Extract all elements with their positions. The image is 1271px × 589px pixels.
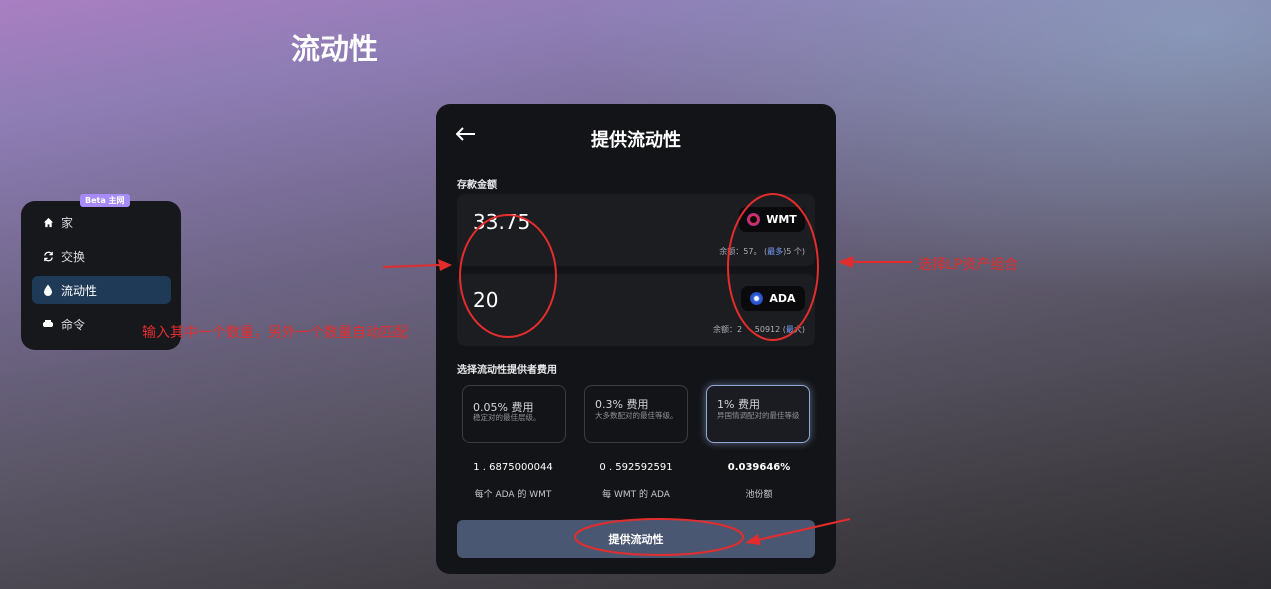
fee-label: 选择流动性提供者费用 (457, 365, 557, 376)
fee-option-005[interactable]: 0.05% 费用 稳定对的最佳层级。 (462, 385, 566, 443)
max-button[interactable]: 最 (786, 325, 794, 334)
stat-pool-share: 0.039646% 池份额 (727, 462, 791, 500)
sidebar-item-liquidity[interactable]: 流动性 (32, 276, 171, 304)
fee-option-03[interactable]: 0.3% 费用 大多数配对的最佳等级。 (584, 385, 688, 443)
token-b-select-button[interactable]: ADA (741, 286, 805, 311)
sidebar-item-label: 命令 (61, 317, 86, 332)
token-a-symbol: WMT (766, 213, 797, 226)
sidebar-item-swap[interactable]: 交换 (32, 242, 171, 270)
token-a-select-button[interactable]: WMT (739, 207, 805, 232)
home-icon (41, 217, 55, 228)
deposit-label: 存款金额 (457, 180, 497, 191)
token-a-balance: 余额：57。 (最多)5 个) (719, 247, 805, 256)
swap-icon (41, 251, 55, 262)
fee-option-1[interactable]: 1% 费用 异国情调配对的最佳等级 (706, 385, 810, 443)
annotation-text-left: 输入其中一个数量，另外一个数量自动匹配 (142, 325, 408, 341)
beta-badge: Beta 主网 (80, 194, 130, 207)
stat-wmt-per-ada: 1 . 6875000044 每个 ADA 的 WMT (473, 462, 553, 500)
command-icon (41, 319, 55, 329)
sidebar-item-home[interactable]: 家 (32, 208, 171, 236)
liquidity-card: 提供流动性 存款金额 33.75 WMT 余额：57。 (最多)5 个) 20 … (436, 104, 836, 574)
card-title: 提供流动性 (591, 130, 681, 151)
provide-liquidity-button[interactable]: 提供流动性 (457, 520, 815, 558)
token-a-amount-input[interactable]: 33.75 (473, 210, 530, 234)
sidebar-item-label: 家 (61, 215, 74, 230)
token-b-balance: 余额：2 50912 (最大) (712, 325, 805, 334)
max-button[interactable]: 最多 (767, 247, 783, 256)
annotation-text-right: 选择LP资产组合 (918, 257, 1019, 273)
wmt-token-icon (747, 213, 761, 226)
stat-ada-per-wmt: 0 . 592592591 每 WMT 的 ADA (599, 462, 673, 500)
token-b-amount-input[interactable]: 20 (473, 288, 498, 312)
ada-token-icon (750, 292, 764, 305)
droplet-icon (41, 284, 55, 296)
sidebar-item-label: 交换 (61, 249, 86, 264)
page-title: 流动性 (291, 32, 379, 66)
token-b-box: 20 ADA 余额：2 50912 (最大) (457, 274, 815, 346)
token-b-symbol: ADA (769, 292, 796, 305)
sidebar-item-label: 流动性 (61, 283, 98, 298)
token-a-box: 33.75 WMT 余额：57。 (最多)5 个) (457, 194, 815, 266)
